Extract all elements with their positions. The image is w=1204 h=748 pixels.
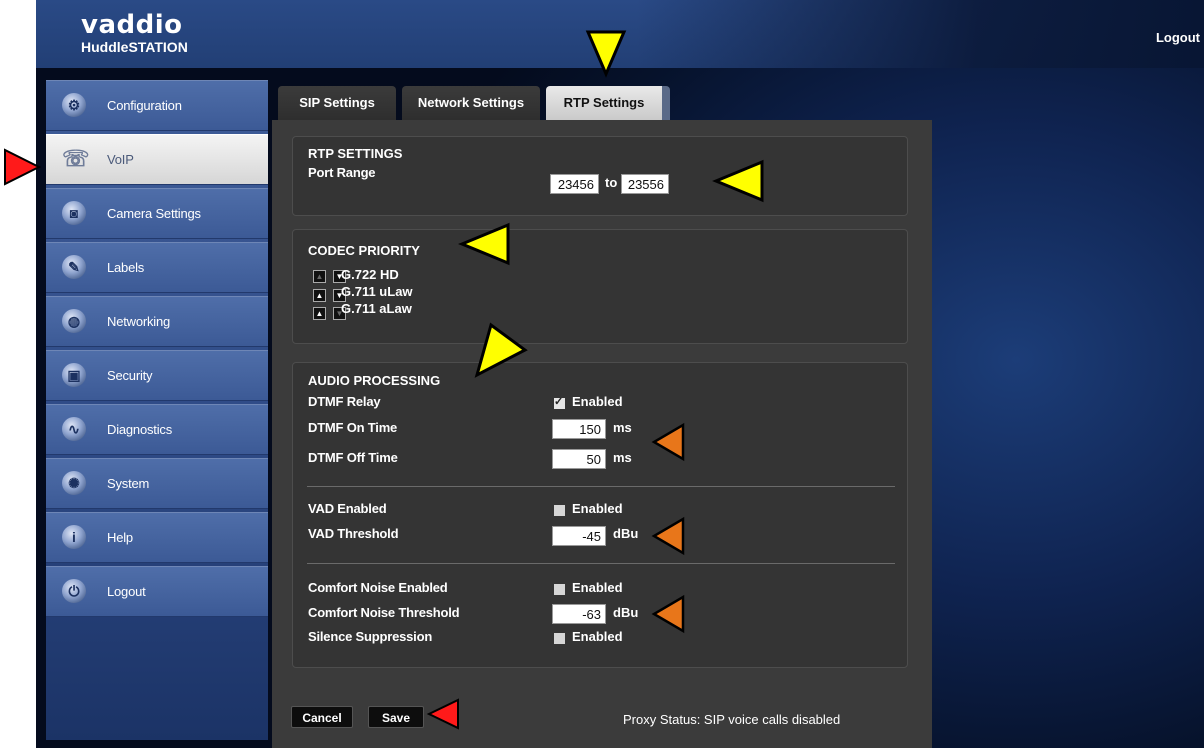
marker-arrow-icon <box>458 222 510 266</box>
marker-arrow-icon <box>474 322 528 378</box>
marker-arrow-icon <box>651 422 685 462</box>
marker-arrow-icon <box>585 30 627 78</box>
marker-arrow-icon <box>651 516 685 556</box>
marker-arrow-icon <box>426 698 459 730</box>
marker-arrow-icon <box>4 148 42 186</box>
annotation-markers <box>4 30 764 730</box>
marker-arrow-icon <box>712 159 764 203</box>
marker-arrow-icon <box>651 594 685 634</box>
